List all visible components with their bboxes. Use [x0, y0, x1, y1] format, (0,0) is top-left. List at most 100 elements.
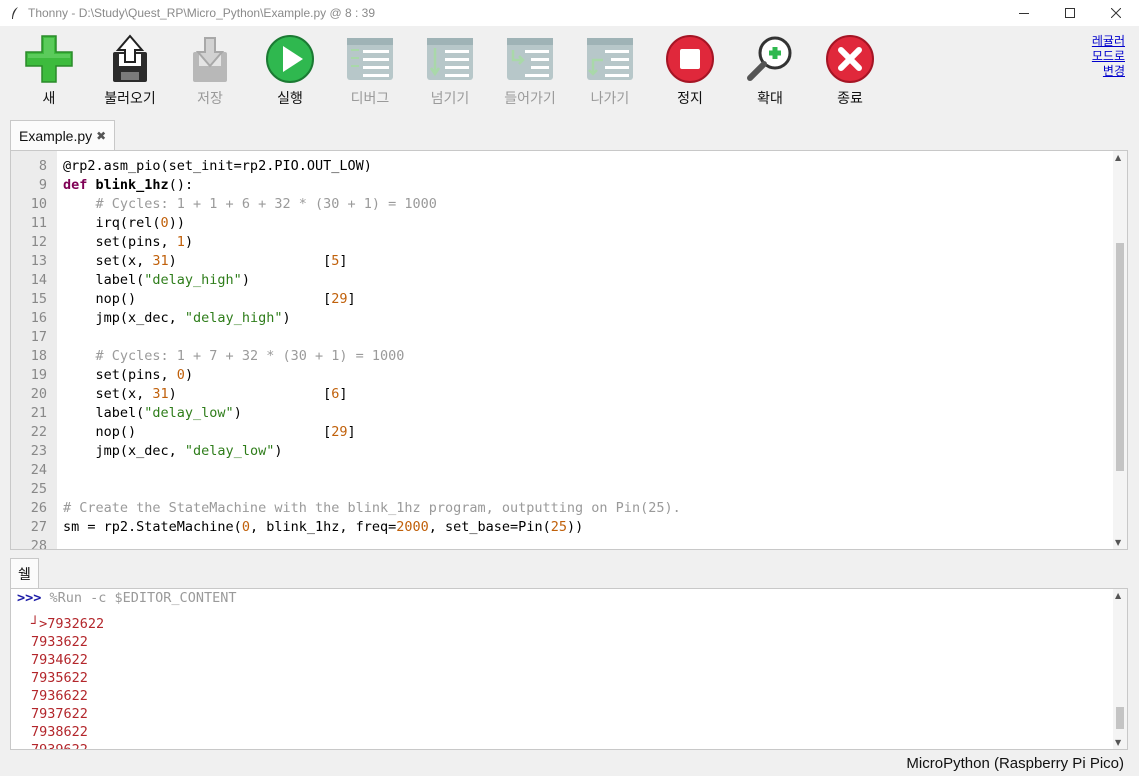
tab-label: Example.py [19, 127, 93, 144]
scroll-down-icon[interactable]: ▼ [1115, 538, 1121, 547]
code-line[interactable]: 20 set(x, 31) [6] [11, 385, 1111, 404]
toolbar: 새 불러오기 저장 실행 디버그 넘기기 들어가기 나가기 정지 확대 종료 레… [0, 26, 1139, 118]
code-line-text[interactable]: sm = rp2.StateMachine(0, blink_1hz, freq… [63, 518, 583, 537]
code-line-text[interactable]: label("delay_high") [63, 271, 250, 290]
step-into-icon [505, 34, 555, 84]
code-line[interactable]: 24 [11, 461, 1111, 480]
exit-button[interactable]: 종료 [810, 34, 890, 108]
code-line-text[interactable]: set(x, 31) [5] [63, 252, 348, 271]
mode-link-line[interactable]: 변경 [1092, 64, 1125, 79]
shell-output: ┘>7932622 7933622 7934622 7935622 7936622 793… [17, 615, 236, 749]
code-line-text[interactable]: nop() [29] [63, 290, 356, 309]
shell-scrollbar-thumb[interactable] [1116, 707, 1124, 729]
shell-output-line: 7937622 [31, 706, 88, 722]
code-line[interactable]: 22 nop() [29] [11, 423, 1111, 442]
code-line-text[interactable]: set(pins, 1) [63, 233, 194, 252]
line-number: 22 [30, 424, 47, 440]
new-button[interactable]: 새 [9, 34, 89, 108]
shell-output-line: ┘>7932622 [31, 616, 105, 632]
interpreter-selector[interactable]: MicroPython (Raspberry Pi Pico) [906, 755, 1124, 772]
line-number: 26 [30, 500, 47, 516]
stop-icon [665, 34, 715, 84]
step-over-button[interactable]: 넘기기 [410, 34, 490, 108]
step-over-icon [425, 34, 475, 84]
shell-prompt: >>> [17, 590, 42, 606]
code-line-text[interactable]: def blink_1hz(): [63, 176, 193, 195]
shell-output-line: 7933622 [31, 634, 88, 650]
code-line[interactable]: 17 [11, 328, 1111, 347]
run-label: 실행 [277, 91, 303, 107]
run-icon [265, 34, 315, 84]
scroll-down-icon[interactable]: ▼ [1115, 738, 1121, 747]
code-line[interactable]: 18 # Cycles: 1 + 7 + 32 * (30 + 1) = 100… [11, 347, 1111, 366]
step-out-button[interactable]: 나가기 [570, 34, 650, 108]
code-line-text[interactable]: set(pins, 0) [63, 366, 194, 385]
tab-example-py[interactable]: Example.py ✖ [10, 120, 116, 150]
step-over-label: 넘기기 [430, 91, 470, 107]
code-line[interactable]: 10 # Cycles: 1 + 1 + 6 + 32 * (30 + 1) =… [11, 195, 1111, 214]
code-line-text[interactable]: # Cycles: 1 + 7 + 32 * (30 + 1) = 1000 [63, 347, 405, 366]
editor-scrollbar-thumb[interactable] [1116, 243, 1124, 471]
status-bar: MicroPython (Raspberry Pi Pico) [0, 752, 1139, 776]
line-number: 23 [30, 443, 47, 459]
exit-icon [825, 34, 875, 84]
code-line-text[interactable]: nop() [29] [63, 423, 356, 442]
code-line-text[interactable]: # Cycles: 1 + 1 + 6 + 32 * (30 + 1) = 10… [63, 195, 437, 214]
mode-link-line[interactable]: 레귤러 [1092, 34, 1125, 49]
debug-button[interactable]: 디버그 [330, 34, 410, 108]
code-line[interactable]: 19 set(pins, 0) [11, 366, 1111, 385]
code-line-text[interactable]: jmp(x_dec, "delay_high") [63, 309, 291, 328]
editor-vertical-scrollbar[interactable]: ▲ ▼ [1113, 151, 1127, 549]
code-line[interactable]: 8 @rp2.asm_pio(set_init=rp2.PIO.OUT_LOW) [11, 157, 1111, 176]
mode-link-line[interactable]: 모드로 [1092, 49, 1125, 64]
code-editor[interactable]: 8 @rp2.asm_pio(set_init=rp2.PIO.OUT_LOW) 9… [10, 150, 1128, 550]
run-button[interactable]: 실행 [250, 34, 330, 108]
code-line[interactable]: 16 jmp(x_dec, "delay_high") [11, 309, 1111, 328]
tab-close-icon[interactable]: ✖ [96, 129, 106, 143]
code-line[interactable]: 11 irq(rel(0)) [11, 214, 1111, 233]
step-out-label: 나가기 [590, 91, 630, 107]
code-line[interactable]: 26 # Create the StateMachine with the bli… [11, 499, 1111, 518]
code-line[interactable]: 23 jmp(x_dec, "delay_low") [11, 442, 1111, 461]
code-line[interactable]: 14 label("delay_high") [11, 271, 1111, 290]
code-line[interactable]: 9 def blink_1hz(): [11, 176, 1111, 195]
code-area[interactable]: 8 @rp2.asm_pio(set_init=rp2.PIO.OUT_LOW) 9… [11, 157, 1111, 549]
shell-tab-label: 쉘 [18, 566, 31, 583]
code-line[interactable]: 12 set(pins, 1) [11, 233, 1111, 252]
shell-output-line: 7938622 [31, 724, 88, 740]
maximize-button[interactable] [1047, 0, 1093, 26]
editor-tab-bar: Example.py ✖ [0, 118, 1139, 150]
line-number: 10 [30, 196, 47, 212]
new-label: 새 [42, 91, 56, 107]
code-line-text[interactable]: irq(rel(0)) [63, 214, 185, 233]
code-line[interactable]: 15 nop() [29] [11, 290, 1111, 309]
code-line-text[interactable]: @rp2.asm_pio(set_init=rp2.PIO.OUT_LOW) [63, 157, 372, 176]
code-line-text[interactable]: # Create the StateMachine with the blink… [63, 499, 681, 518]
shell-output-line: 7935622 [31, 670, 88, 686]
code-line-text[interactable]: set(x, 31) [6] [63, 385, 348, 404]
code-line-text[interactable]: jmp(x_dec, "delay_low") [63, 442, 283, 461]
scroll-up-icon[interactable]: ▲ [1115, 153, 1121, 162]
code-line[interactable]: 25 [11, 480, 1111, 499]
scroll-up-icon[interactable]: ▲ [1115, 591, 1121, 600]
line-number: 20 [30, 386, 47, 402]
save-label: 저장 [197, 91, 223, 107]
tab-shell[interactable]: 쉘 [10, 558, 39, 588]
step-into-button[interactable]: 들어가기 [490, 34, 570, 108]
shell-panel[interactable]: >>> %Run -c $EDITOR_CONTENT ┘>7932622 793… [10, 588, 1128, 750]
minimize-button[interactable] [1001, 0, 1047, 26]
zoom-button[interactable]: 확대 [730, 34, 810, 108]
code-line-text[interactable]: label("delay_low") [63, 404, 242, 423]
code-line[interactable]: 21 label("delay_low") [11, 404, 1111, 423]
code-line[interactable]: 28 [11, 537, 1111, 549]
shell-vertical-scrollbar[interactable]: ▲ ▼ [1113, 589, 1127, 749]
close-window-button[interactable] [1093, 0, 1139, 26]
save-button[interactable]: 저장 [170, 34, 250, 108]
code-line[interactable]: 27 sm = rp2.StateMachine(0, blink_1hz, fr… [11, 518, 1111, 537]
stop-label: 정지 [677, 91, 703, 107]
window-title: Thonny - D:\Study\Quest_RP\Micro_Python\… [28, 6, 376, 20]
open-button[interactable]: 불러오기 [90, 34, 170, 108]
code-line[interactable]: 13 set(x, 31) [5] [11, 252, 1111, 271]
stop-button[interactable]: 정지 [650, 34, 730, 108]
switch-to-regular-mode-link[interactable]: 레귤러 모드로 변경 [1092, 34, 1125, 79]
